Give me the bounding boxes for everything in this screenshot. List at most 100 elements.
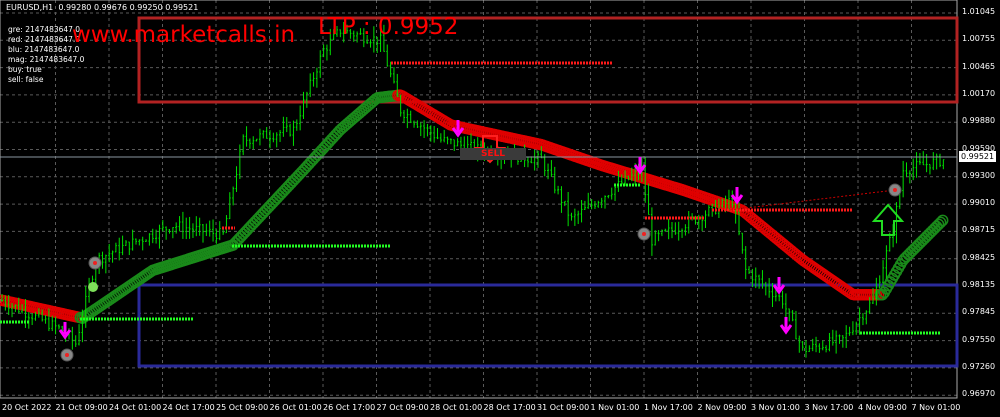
candle xyxy=(212,219,215,242)
candle xyxy=(205,223,208,237)
price-tick-label: 0.98715 xyxy=(962,225,996,235)
candle xyxy=(788,308,791,322)
price-tick-label: 0.99300 xyxy=(962,170,996,180)
sell-signal-label: SELL xyxy=(460,148,526,160)
time-tick-label: 26 Oct 17:00 xyxy=(323,403,376,412)
candle xyxy=(778,293,781,302)
candle xyxy=(171,227,174,239)
candle xyxy=(456,138,459,147)
price-tick-label: 0.99590 xyxy=(962,143,996,153)
candle xyxy=(369,39,372,48)
symbol-ohlc-header: EURUSD,H1 0.99280 0.99676 0.99250 0.9952… xyxy=(6,3,198,12)
candle xyxy=(882,260,885,284)
indicator-value: sell: false xyxy=(8,75,44,84)
candle xyxy=(433,125,436,143)
price-tick-label: 0.96970 xyxy=(962,389,996,399)
candle xyxy=(245,126,248,147)
candle xyxy=(533,150,536,171)
candle xyxy=(232,186,235,206)
watermark-text: www.marketcalls.in xyxy=(72,22,296,48)
low-value: 0.99250 xyxy=(129,3,163,12)
candle xyxy=(131,229,134,251)
candle xyxy=(386,44,389,67)
candle xyxy=(446,136,449,145)
candle xyxy=(27,312,30,329)
candle xyxy=(258,128,261,146)
candle xyxy=(560,186,563,213)
candle xyxy=(580,199,583,223)
candle xyxy=(741,232,744,254)
chart-window[interactable]: EURUSD,H1 0.99280 0.99676 0.99250 0.9952… xyxy=(0,0,1000,417)
candle xyxy=(744,246,747,280)
candle xyxy=(225,215,228,234)
candle xyxy=(841,335,844,348)
candle xyxy=(282,116,285,137)
candle xyxy=(805,340,807,358)
time-tick-label: 7 Nov 01:00 xyxy=(911,403,961,412)
chart-frame xyxy=(0,0,958,399)
candle xyxy=(305,91,308,108)
price-chart[interactable] xyxy=(0,0,1000,417)
candle xyxy=(57,324,60,330)
candle xyxy=(416,120,419,129)
candle xyxy=(74,335,77,347)
candle xyxy=(272,132,275,143)
candle xyxy=(610,187,613,200)
symbol-label: EURUSD,H1 xyxy=(6,3,54,12)
candle xyxy=(158,224,161,249)
candle xyxy=(567,191,570,227)
price-tick-label: 0.98425 xyxy=(962,252,996,262)
candle xyxy=(124,240,127,246)
candle xyxy=(660,229,663,237)
candle xyxy=(908,170,911,184)
candle xyxy=(928,163,931,175)
candle xyxy=(707,205,710,217)
candle xyxy=(453,139,456,151)
candle xyxy=(392,67,395,84)
time-tick-label: 21 Oct 09:00 xyxy=(55,403,108,412)
candle xyxy=(406,108,409,129)
candle xyxy=(289,123,292,137)
price-tick-label: 0.98135 xyxy=(962,280,996,289)
candle xyxy=(265,127,268,139)
price-tick-label: 1.00170 xyxy=(962,88,996,98)
candle xyxy=(791,310,794,322)
candle xyxy=(235,166,238,193)
candle xyxy=(54,316,57,335)
price-tick-label: 0.97550 xyxy=(962,334,996,344)
candle xyxy=(252,136,255,150)
candle xyxy=(855,321,858,335)
time-tick-label: 25 Oct 09:00 xyxy=(216,403,269,412)
time-tick-label: 4 Nov 09:00 xyxy=(858,403,907,412)
price-tick-label: 0.99880 xyxy=(962,116,996,126)
candle xyxy=(600,197,603,209)
candle xyxy=(915,152,918,178)
candle xyxy=(667,218,670,240)
candle xyxy=(851,321,854,336)
candle xyxy=(818,343,821,353)
candle xyxy=(299,105,302,131)
high-value: 0.99676 xyxy=(93,3,128,12)
candle xyxy=(922,151,925,166)
candle xyxy=(31,313,34,326)
candle xyxy=(895,202,898,244)
candle xyxy=(597,200,600,208)
candle xyxy=(423,120,426,138)
candle xyxy=(121,235,124,256)
candle xyxy=(228,192,231,220)
candle xyxy=(295,119,298,131)
candle xyxy=(413,120,416,128)
candle xyxy=(798,335,801,353)
time-tick-label: 27 Oct 09:00 xyxy=(376,403,429,412)
price-tick-label: 1.00755 xyxy=(962,34,996,44)
candle xyxy=(647,183,650,216)
candle xyxy=(593,200,596,209)
trend-line xyxy=(729,189,896,211)
candle xyxy=(104,254,107,274)
ltp-label: LTP : 0.9952 xyxy=(318,14,459,40)
candle xyxy=(188,216,191,239)
candle xyxy=(218,221,221,241)
candle xyxy=(550,160,553,178)
candle xyxy=(319,50,322,78)
candle xyxy=(279,129,282,142)
